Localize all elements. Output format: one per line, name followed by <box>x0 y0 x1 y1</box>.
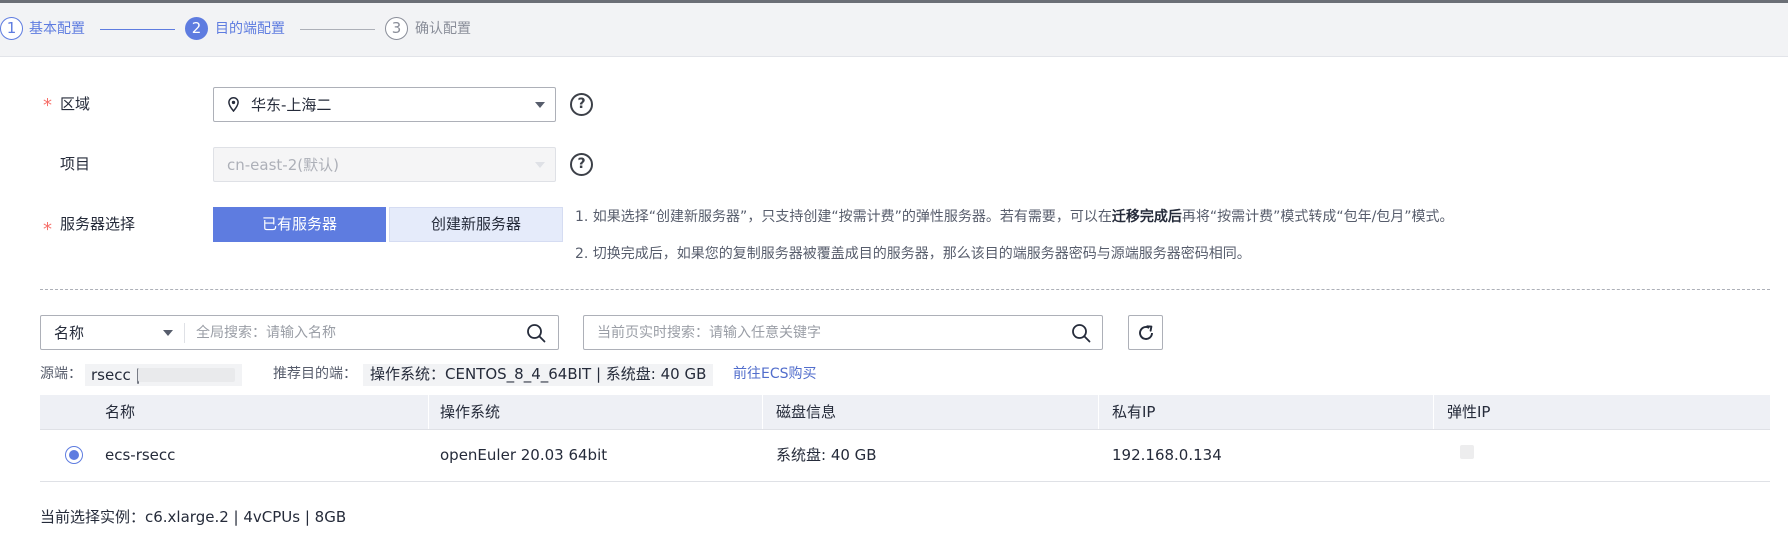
column-header-os[interactable]: 操作系统 <box>440 402 500 422</box>
selected-instance-info: 当前选择实例：c6.xlarge.2 | 4vCPUs | 8GB <box>40 508 347 526</box>
region-select[interactable]: 华东-上海二 <box>213 87 556 122</box>
row-select-radio[interactable] <box>65 446 83 464</box>
column-divider <box>1433 395 1434 429</box>
column-divider <box>1098 395 1099 429</box>
region-value: 华东-上海二 <box>251 96 332 114</box>
step-1-label[interactable]: 基本配置 <box>29 19 85 39</box>
step-connector-2 <box>300 29 375 30</box>
table-row[interactable]: ecs-rsecc openEuler 20.03 64bit 系统盘: 40 … <box>40 430 1770 482</box>
column-header-private-ip[interactable]: 私有IP <box>1112 402 1155 422</box>
table-header: 名称 操作系统 磁盘信息 私有IP 弹性IP <box>40 395 1770 430</box>
source-label: 源端： <box>40 366 82 382</box>
redacted-block <box>138 368 235 382</box>
divider <box>40 289 1770 290</box>
step-2-circle[interactable]: 2 <box>185 17 208 40</box>
create-server-button[interactable]: 创建新服务器 <box>389 207 563 242</box>
row-disk: 系统盘: 40 GB <box>776 446 877 464</box>
project-label: 项目 <box>60 155 91 173</box>
project-value: cn-east-2(默认) <box>227 156 339 174</box>
row-name: ecs-rsecc <box>105 446 176 464</box>
project-select[interactable]: cn-east-2(默认) <box>213 147 556 182</box>
page-search-input[interactable]: 当前页实时搜索：请输入任意关键字 <box>597 323 821 343</box>
search-field-divider <box>184 323 185 343</box>
source-value: rsecc | <box>91 366 141 384</box>
step-1-circle[interactable]: 1 <box>0 17 23 40</box>
server-required-mark: * <box>43 219 52 240</box>
chevron-down-icon <box>535 162 545 168</box>
page-search-box[interactable]: 当前页实时搜索：请输入任意关键字 <box>583 315 1103 350</box>
location-pin-icon <box>228 97 239 112</box>
recommend-value: 操作系统：CENTOS_8_4_64BIT | 系统盘: 40 GB <box>363 364 714 386</box>
step-3-label[interactable]: 确认配置 <box>415 19 471 39</box>
search-icon[interactable] <box>1071 323 1091 343</box>
recommend-label: 推荐目的端： <box>273 366 357 382</box>
column-header-eip[interactable]: 弹性IP <box>1447 402 1490 422</box>
existing-server-button[interactable]: 已有服务器 <box>213 207 386 242</box>
global-search-input[interactable]: 全局搜索：请输入名称 <box>196 323 336 343</box>
column-header-name[interactable]: 名称 <box>105 402 135 422</box>
row-private-ip: 192.168.0.134 <box>1112 446 1222 464</box>
row-os: openEuler 20.03 64bit <box>440 446 608 464</box>
column-divider <box>428 395 429 429</box>
region-help-icon[interactable]: ? <box>570 93 593 116</box>
region-required-mark: * <box>43 95 52 116</box>
column-header-disk[interactable]: 磁盘信息 <box>776 402 836 422</box>
source-chip: rsecc | <box>85 364 242 386</box>
step-bar: 1 基本配置 2 目的端配置 3 确认配置 <box>0 3 1788 57</box>
search-icon[interactable] <box>526 323 546 343</box>
region-label: 区域 <box>60 95 91 113</box>
step-2-label[interactable]: 目的端配置 <box>215 19 285 39</box>
chevron-down-icon[interactable] <box>163 330 173 336</box>
chevron-down-icon <box>535 102 545 108</box>
global-search-box: 名称 全局搜索：请输入名称 <box>40 315 559 350</box>
search-field-select[interactable]: 名称 <box>54 323 84 343</box>
column-divider <box>762 395 763 429</box>
buy-ecs-link[interactable]: 前往ECS购买 <box>733 364 817 384</box>
refresh-icon <box>1139 325 1153 340</box>
step-3-circle[interactable]: 3 <box>385 17 408 40</box>
refresh-button[interactable] <box>1128 315 1163 350</box>
redacted-block <box>1460 445 1474 459</box>
server-select-label: 服务器选择 <box>60 215 136 233</box>
step-connector-1 <box>100 29 175 30</box>
server-note-2: 2. 切换完成后，如果您的复制服务器被覆盖成目的服务器，那么该目的端服务器密码与… <box>575 246 1251 262</box>
project-help-icon[interactable]: ? <box>570 153 593 176</box>
server-note-1: 1. 如果选择“创建新服务器”，只支持创建“按需计费”的弹性服务器。若有需要，可… <box>575 209 1454 225</box>
